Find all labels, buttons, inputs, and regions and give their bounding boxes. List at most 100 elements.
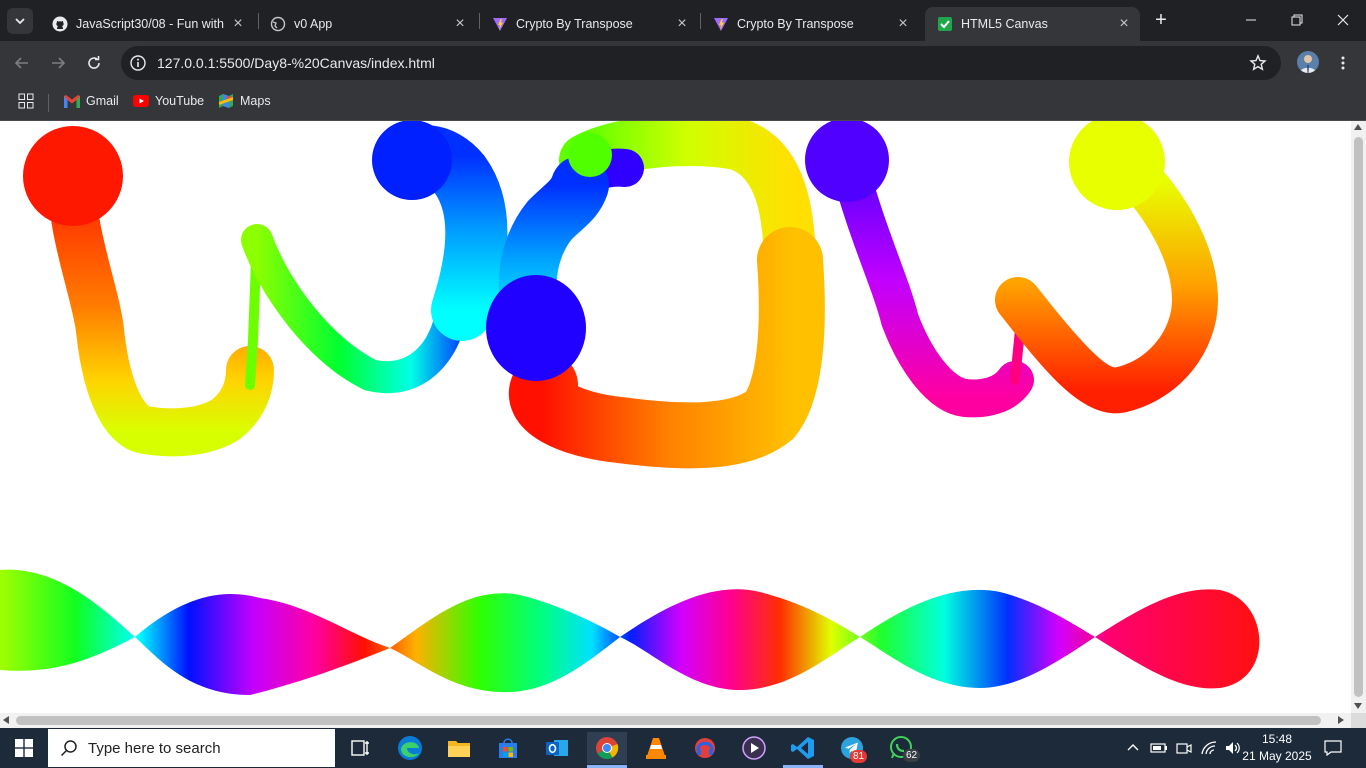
taskbar-edge[interactable]: [390, 732, 430, 764]
tab-v0-app[interactable]: v0 App ×: [258, 7, 476, 41]
taskbar-chrome[interactable]: [587, 732, 627, 768]
whatsapp-unread-badge: 62: [903, 749, 921, 762]
search-icon: [60, 740, 77, 757]
camera-icon[interactable]: [1176, 740, 1192, 756]
scroll-down-arrow[interactable]: [1354, 703, 1362, 709]
stroke-w-left-start: [23, 126, 123, 226]
close-icon[interactable]: ×: [672, 15, 692, 33]
stroke-o-top-start: [568, 133, 612, 177]
github-icon: [52, 16, 68, 32]
back-button[interactable]: [8, 49, 36, 77]
profile-avatar[interactable]: [1297, 51, 1319, 73]
forward-button[interactable]: [44, 49, 72, 77]
outlook-icon: [546, 740, 568, 756]
windows-taskbar: Type here to search 81 62 15:48 21 May 2…: [0, 728, 1366, 768]
tab-title: HTML5 Canvas: [961, 17, 1048, 31]
minimize-button[interactable]: [1228, 0, 1274, 40]
play-icon: [742, 736, 766, 760]
url-text[interactable]: 127.0.0.1:5500/Day8-%20Canvas/index.html: [157, 55, 435, 71]
stroke-w-right-top: [372, 121, 452, 200]
search-placeholder: Type here to search: [88, 739, 221, 757]
checkbox-icon: [937, 16, 953, 32]
stroke-w2-right: [995, 157, 1219, 414]
close-icon[interactable]: ×: [450, 15, 470, 33]
bookmark-label: YouTube: [155, 94, 205, 108]
arrow-left-icon: [14, 57, 28, 69]
stroke-w2-start: [805, 121, 889, 202]
notification-icon: [1324, 740, 1342, 756]
page-canvas[interactable]: [0, 121, 1351, 713]
taskbar-telegram[interactable]: 81: [832, 732, 872, 764]
taskbar-store[interactable]: [488, 732, 528, 764]
taskbar-file-explorer[interactable]: [439, 732, 479, 764]
bookmark-star-icon[interactable]: [1249, 53, 1267, 77]
start-button[interactable]: [0, 728, 48, 768]
gmail-icon: [64, 93, 80, 109]
clock-time: 15:48: [1261, 732, 1293, 746]
volume-icon[interactable]: [1224, 740, 1242, 756]
taskbar-vlc[interactable]: [636, 732, 676, 764]
tab-crypto-2[interactable]: Crypto By Transpose ×: [701, 7, 919, 41]
apps-grid-button[interactable]: [18, 93, 34, 114]
wifi-icon[interactable]: [1200, 740, 1218, 756]
close-icon[interactable]: ×: [1114, 15, 1134, 33]
chrome-menu-button[interactable]: [1329, 49, 1357, 77]
scroll-right-arrow[interactable]: [1338, 716, 1344, 724]
scroll-up-arrow[interactable]: [1354, 124, 1362, 130]
taskbar-media-player[interactable]: [734, 732, 774, 764]
tab-html5-canvas[interactable]: HTML5 Canvas ×: [925, 7, 1140, 41]
address-bar[interactable]: 127.0.0.1:5500/Day8-%20Canvas/index.html: [121, 46, 1281, 80]
horizontal-scrollbar[interactable]: [0, 713, 1351, 728]
chrome-icon: [596, 737, 619, 759]
more-vert-icon: [1341, 56, 1345, 70]
vertical-scrollbar[interactable]: [1351, 121, 1366, 713]
browser-toolbar: 127.0.0.1:5500/Day8-%20Canvas/index.html: [0, 41, 1366, 85]
telegram-unread-badge: 81: [850, 750, 868, 763]
window-close-button[interactable]: [1320, 0, 1366, 40]
scroll-left-arrow[interactable]: [3, 716, 9, 724]
tab-crypto-1[interactable]: Crypto By Transpose ×: [480, 7, 698, 41]
arrow-right-icon: [52, 57, 66, 69]
taskbar-vscode[interactable]: [783, 732, 823, 768]
youtube-icon: [133, 93, 149, 109]
apps-grid-icon: [18, 93, 34, 109]
minimize-icon: [1246, 19, 1256, 21]
tab-strip: JavaScript30/08 - Fun with HTML5 Canvas …: [0, 0, 1366, 41]
bookmarks-divider: [48, 94, 49, 112]
taskbar-app-headset[interactable]: [685, 732, 725, 764]
taskbar-outlook[interactable]: [537, 732, 577, 764]
vite-icon: [713, 16, 729, 32]
clock-date: 21 May 2025: [1242, 749, 1312, 763]
taskbar-whatsapp[interactable]: 62: [881, 732, 921, 764]
task-view-button[interactable]: [340, 732, 380, 764]
bookmark-youtube[interactable]: YouTube: [133, 93, 204, 109]
chevron-up-icon[interactable]: [1126, 741, 1140, 755]
tab-title: v0 App: [294, 17, 333, 31]
globe-icon: [270, 16, 286, 32]
windows-icon: [15, 739, 33, 757]
store-icon: [499, 738, 517, 758]
tab-search-button[interactable]: [7, 8, 33, 34]
taskbar-search[interactable]: Type here to search: [48, 729, 335, 767]
new-tab-button[interactable]: +: [1150, 9, 1172, 31]
bookmark-maps[interactable]: Maps: [218, 93, 271, 109]
bookmark-gmail[interactable]: Gmail: [64, 93, 119, 109]
close-icon[interactable]: ×: [228, 15, 248, 33]
headset-icon: [695, 738, 715, 758]
system-tray: [1120, 728, 1242, 768]
reload-button[interactable]: [80, 49, 108, 77]
drawing-canvas[interactable]: [0, 121, 1351, 713]
battery-icon[interactable]: [1150, 741, 1168, 755]
vertical-scroll-thumb[interactable]: [1354, 137, 1363, 697]
horizontal-scroll-thumb[interactable]: [16, 716, 1321, 725]
vscode-icon: [791, 737, 814, 759]
site-info-icon[interactable]: [129, 54, 147, 77]
tab-javascript30[interactable]: JavaScript30/08 - Fun with HTML5 Canvas …: [40, 7, 254, 41]
clock[interactable]: 15:48 21 May 2025: [1242, 731, 1312, 765]
restore-button[interactable]: [1274, 0, 1320, 40]
notifications-button[interactable]: [1318, 736, 1348, 760]
stroke-w2-left: [829, 141, 1034, 418]
tab-title: Crypto By Transpose: [516, 17, 633, 31]
close-icon[interactable]: ×: [893, 15, 913, 33]
bookmarks-bar: Gmail YouTube Maps: [0, 85, 1366, 121]
